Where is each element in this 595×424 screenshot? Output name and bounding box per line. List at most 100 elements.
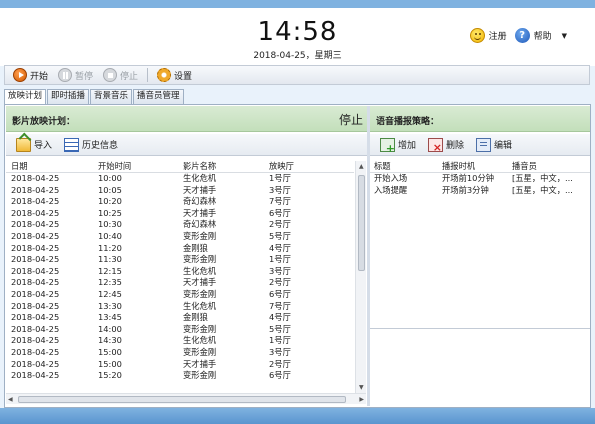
table-row[interactable]: 2018-04-25 10:20 奇幻森林 7号厅 (6, 196, 354, 208)
column-header-title[interactable]: 标题 (370, 161, 438, 172)
add-label: 增加 (398, 141, 417, 151)
cell-date: 2018-04-25 (11, 288, 60, 299)
table-row[interactable]: 2018-04-25 15:00 天才捕手 2号厅 (6, 359, 354, 371)
table-row[interactable]: 2018-04-25 12:15 生化危机 3号厅 (6, 266, 354, 278)
cell-movie: 生化危机 (183, 300, 217, 311)
cell-start-time: 14:30 (98, 335, 122, 346)
cell-hall: 5号厅 (269, 230, 291, 241)
voice-toolbar: 增加 删除 编辑 (370, 134, 590, 156)
table-row[interactable]: 2018-04-25 14:00 变形金刚 5号厅 (6, 324, 354, 336)
cell-movie: 生化危机 (183, 335, 217, 346)
cell-movie: 生化危机 (183, 173, 217, 183)
stop-icon (103, 68, 118, 82)
scroll-up-icon[interactable]: ▲ (359, 163, 364, 170)
cell-movie: 生化危机 (183, 265, 217, 276)
schedule-title: 影片放映计划： (12, 117, 76, 127)
pause-button[interactable]: 暂停 (54, 67, 97, 84)
scroll-left-icon[interactable]: ◀ (8, 396, 13, 403)
schedule-panel: 影片放映计划： 停止 导入 历史信息 日期 开始时间 影片名称 放映厅 2018… (6, 106, 367, 406)
cell-start-time: 15:00 (98, 346, 122, 357)
cell-date: 2018-04-25 (11, 173, 60, 183)
table-row[interactable]: 入场提醒 开场前3分钟 [五星，中文，... (370, 185, 590, 197)
tab-schedule[interactable]: 放映计划 (4, 89, 47, 105)
tab-strip: 放映计划 即时插播 背景音乐 播音员管理 (4, 89, 184, 105)
register-link[interactable]: 注册 (469, 28, 507, 43)
schedule-hscroll-thumb[interactable] (18, 396, 346, 403)
window-top-border (0, 0, 595, 8)
help-link[interactable]: ? 帮助 ▼ (514, 28, 567, 43)
tab-content: 影片放映计划： 停止 导入 历史信息 日期 开始时间 影片名称 放映厅 2018… (4, 104, 591, 408)
table-row[interactable]: 2018-04-25 13:30 生化危机 7号厅 (6, 301, 354, 313)
cell-date: 2018-04-25 (11, 184, 60, 195)
gear-icon (157, 68, 172, 82)
cell-date: 2018-04-25 (11, 346, 60, 357)
schedule-vertical-scrollbar[interactable]: ▲ ▼ (355, 161, 366, 393)
schedule-panel-header: 影片放映计划： 停止 (6, 106, 367, 132)
table-row[interactable]: 2018-04-25 10:00 生化危机 1号厅 (6, 173, 354, 185)
scroll-down-icon[interactable]: ▼ (359, 384, 364, 391)
cell-start-time: 10:30 (98, 219, 122, 230)
cell-date: 2018-04-25 (11, 230, 60, 241)
cell-start-time: 12:35 (98, 277, 122, 288)
cell-start-time: 10:00 (98, 173, 122, 183)
toolbar-divider (147, 68, 149, 82)
table-row[interactable]: 2018-04-25 10:05 天才捕手 3号厅 (6, 185, 354, 197)
schedule-scroll-thumb[interactable] (358, 175, 365, 271)
cell-hall: 1号厅 (269, 335, 291, 346)
main-toolbar: 开始 暂停 停止 设置 (4, 65, 590, 85)
cell-start-time: 11:20 (98, 242, 122, 253)
delete-button[interactable]: 删除 (424, 136, 468, 154)
tab-announcer-management[interactable]: 播音员管理 (133, 89, 184, 104)
cell-date: 2018-04-25 (11, 242, 60, 253)
table-row[interactable]: 2018-04-25 13:45 金刚狼 4号厅 (6, 312, 354, 324)
cell-start-time: 12:15 (98, 265, 122, 276)
table-row[interactable]: 2018-04-25 10:40 变形金刚 5号厅 (6, 231, 354, 243)
cell-start-time: 15:20 (98, 370, 122, 381)
cell-movie: 金刚狼 (183, 312, 208, 323)
table-row[interactable]: 2018-04-25 11:30 变形金刚 1号厅 (6, 254, 354, 266)
table-row[interactable]: 2018-04-25 10:30 奇幻森林 2号厅 (6, 219, 354, 231)
stop-button[interactable]: 停止 (99, 67, 142, 84)
delete-icon (428, 137, 444, 154)
cell-date: 2018-04-25 (11, 265, 60, 276)
voice-table-body: 开始入场 开场前10分钟 [五星，中文，... 入场提醒 开场前3分钟 [五星，中文，..… (370, 173, 590, 196)
column-header-hall[interactable]: 放映厅 (264, 161, 354, 172)
smiley-icon (469, 28, 485, 43)
playback-status: 停止 (338, 113, 363, 127)
cell-hall: 6号厅 (269, 370, 291, 381)
column-header-start-time[interactable]: 开始时间 (93, 161, 178, 172)
start-button[interactable]: 开始 (9, 67, 52, 84)
tab-background-music[interactable]: 背景音乐 (90, 89, 133, 104)
table-row[interactable]: 2018-04-25 12:35 天才捕手 2号厅 (6, 277, 354, 289)
cell-start-time: 11:30 (98, 254, 122, 265)
table-row[interactable]: 2018-04-25 15:00 变形金刚 3号厅 (6, 347, 354, 359)
cell-hall: 7号厅 (269, 196, 291, 207)
table-row[interactable]: 2018-04-25 15:20 变形金刚 6号厅 (6, 370, 354, 382)
table-row[interactable]: 2018-04-25 11:20 金刚狼 4号厅 (6, 243, 354, 255)
cell-date: 2018-04-25 (11, 196, 60, 207)
settings-button[interactable]: 设置 (153, 67, 196, 84)
add-button[interactable]: 增加 (376, 136, 420, 155)
column-header-timing[interactable]: 播报时机 (438, 161, 508, 172)
table-row[interactable]: 2018-04-25 12:45 变形金刚 6号厅 (6, 289, 354, 301)
edit-button[interactable]: 编辑 (472, 136, 516, 153)
table-row[interactable]: 开始入场 开场前10分钟 [五星，中文，... (370, 173, 590, 185)
chevron-down-icon[interactable]: ▼ (562, 32, 567, 40)
table-row[interactable]: 2018-04-25 10:25 天才捕手 6号厅 (6, 208, 354, 220)
history-button[interactable]: 历史信息 (60, 136, 122, 153)
cell-hall: 3号厅 (269, 346, 291, 357)
table-row[interactable]: 2018-04-25 14:30 生化危机 1号厅 (6, 335, 354, 347)
cell-start-time: 10:40 (98, 230, 122, 241)
cell-date: 2018-04-25 (11, 358, 60, 369)
column-header-announcer[interactable]: 播音员 (508, 161, 590, 172)
column-header-movie[interactable]: 影片名称 (178, 161, 264, 172)
column-header-date[interactable]: 日期 (6, 161, 93, 172)
import-button[interactable]: 导入 (12, 136, 56, 153)
cell-date: 2018-04-25 (11, 219, 60, 230)
voice-table: 标题 播报时机 播音员 开始入场 开场前10分钟 [五星，中文，... 入场提醒 开场前… (370, 161, 590, 326)
tab-instant-insert[interactable]: 即时插播 (47, 89, 90, 104)
schedule-horizontal-scrollbar[interactable]: ◀ ▶ (6, 393, 366, 404)
settings-label: 设置 (174, 71, 193, 82)
app-window: 14:58 2018-04-25，星期三 注册 ? 帮助 ▼ 开始 暂停 停止 (0, 0, 595, 424)
scroll-right-icon[interactable]: ▶ (359, 396, 364, 403)
